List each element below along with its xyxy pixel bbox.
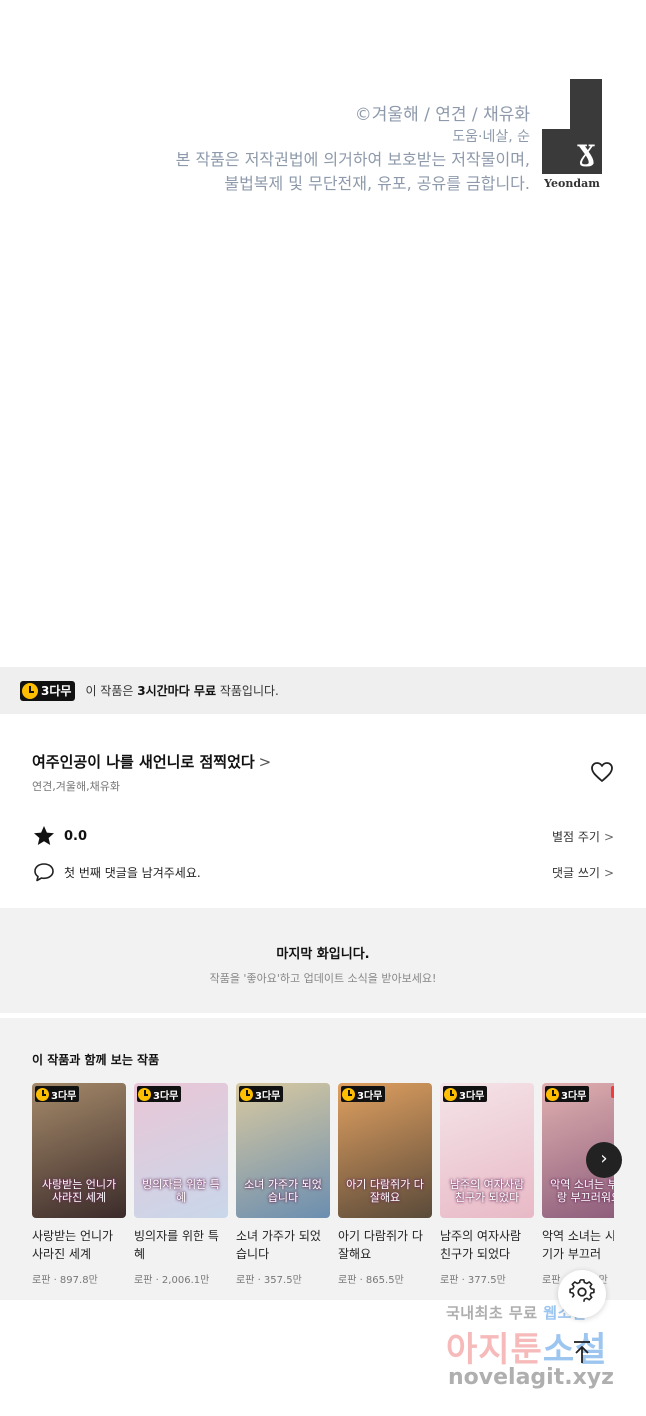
logo-mark: ɣ <box>542 79 602 174</box>
gear-icon <box>569 1279 595 1309</box>
credit-assistants: 도움·네살, 순 <box>452 129 530 145</box>
card-title: 사랑받는 언니가 사라진 세계 <box>32 1229 114 1261</box>
free-every-3h-banner: 3다무 이 작품은 3시간마다 무료 작품입니다. <box>0 667 646 714</box>
3h-free-badge: 3다무 <box>443 1086 488 1102</box>
credit-authors: ©겨울해 / 연견 / 채유화 <box>354 105 530 125</box>
badge-label: 3다무 <box>41 684 72 698</box>
chevron-right-icon: > <box>258 753 272 771</box>
badge-label: 3다무 <box>459 1090 485 1102</box>
last-episode-subtitle: 작품을 '좋아요'하고 업데이트 소식을 받아보세요! <box>209 972 437 985</box>
chevron-right-icon: > <box>603 865 614 880</box>
last-episode-title: 마지막 화입니다. <box>276 947 370 962</box>
clock-icon <box>22 682 38 699</box>
badge-label: 3다무 <box>51 1090 77 1102</box>
free-text-before: 이 작품은 <box>85 684 138 698</box>
series-info-section: 여주인공이 나를 새언니로 점찍었다 > 연견,겨울해,채유화 0.0 별점 주기… <box>0 714 646 904</box>
free-text-after: 작품입니다. <box>216 684 279 698</box>
write-comment-label: 댓글 쓰기 <box>551 865 600 880</box>
cover-title-art: 소녀 가주가 되었습니다 <box>244 1178 322 1204</box>
recommended-heading: 이 작품과 함께 보는 작품 <box>32 1053 160 1067</box>
clock-icon <box>546 1087 559 1101</box>
card-title: 남주의 여자사람 친구가 되었다 <box>440 1229 522 1261</box>
clock-icon <box>240 1087 253 1101</box>
card-meta: 로판 · 357.5만 <box>236 1275 302 1286</box>
recommended-card[interactable]: 3다무 남주의 여자사람 친구가 되었다 남주의 여자사람 친구가 되었다 로판 · … <box>440 1083 534 1286</box>
badge-label: 3다무 <box>561 1090 587 1102</box>
cover-thumbnail[interactable]: 3다무소녀 가주가 되었습니다 <box>236 1083 330 1218</box>
3h-free-badge: 3다무 <box>35 1086 80 1102</box>
card-title: 소녀 가주가 되었습니다 <box>236 1229 321 1261</box>
settings-button[interactable] <box>558 1270 606 1318</box>
recommended-section: 이 작품과 함께 보는 작품 3다무 사랑받는 언니가 사라진 세계 사랑받는 언니… <box>0 1018 646 1300</box>
badge-label: 3다무 <box>255 1090 281 1102</box>
cover-title-art: 악역 소녀는 부사랑 부끄러워요 <box>550 1178 614 1204</box>
clock-icon <box>444 1087 457 1101</box>
free-banner-text: 이 작품은 3시간마다 무료 작품입니다. <box>85 682 278 699</box>
card-title: 아기 다람쥐가 다 잘해요 <box>338 1229 423 1261</box>
clock-icon <box>138 1087 151 1101</box>
scroll-to-top-button[interactable] <box>558 1330 606 1378</box>
arrow-to-top-icon <box>570 1339 594 1369</box>
card-meta: 로판 · 377.5만 <box>440 1275 506 1286</box>
copyright-notice-line2: 불법복제 및 무단전재, 유포, 공유를 금합니다. <box>224 174 530 193</box>
card-meta: 로판 · 865.5만 <box>338 1275 404 1286</box>
recommended-card[interactable]: 3다무 아기 다람쥐가 다 잘해요 아기 다람쥐가 다 잘해요 로판 · 865.5만 <box>338 1083 432 1286</box>
series-title-link[interactable]: 여주인공이 나를 새언니로 점찍었다 > <box>32 751 271 772</box>
3h-free-badge: 3다무 <box>239 1086 284 1102</box>
comment-prompt: 첫 번째 댓글을 남겨주세요. <box>64 865 201 880</box>
series-title: 여주인공이 나를 새언니로 점찍었다 <box>32 753 255 771</box>
logo-text: Yeondam <box>544 177 600 190</box>
watermark: 국내최초 무료 웹소설 아지툰소설 novelagit.xyz <box>446 1300 646 1400</box>
clock-icon <box>342 1087 355 1101</box>
recommended-card[interactable]: 3다무 소녀 가주가 되었습니다 소녀 가주가 되었습니다 로판 · 357.5만 <box>236 1083 330 1286</box>
rate-button[interactable]: 별점 주기 > <box>552 828 614 845</box>
comment-row: 첫 번째 댓글을 남겨주세요. 댓글 쓰기 > <box>32 860 614 884</box>
cover-title-art: 사랑받는 언니가 사라진 세계 <box>41 1178 117 1204</box>
recommended-card[interactable]: 3다무 사랑받는 언니가 사라진 세계 사랑받는 언니가 사라진 세계 로판 · 89… <box>32 1083 126 1286</box>
copyright-notice-line1: 본 작품은 저작권법에 의거하여 보호받는 저작물이며, <box>175 150 530 169</box>
update-badge: UP <box>611 1086 614 1098</box>
credit-block: ©겨울해 / 연견 / 채유화 도움·네살, 순 본 작품은 저작권법에 의거하… <box>176 104 530 196</box>
card-meta: 로판 · 897.8만 <box>32 1275 98 1286</box>
rating-row: 0.0 별점 주기 > <box>32 824 614 848</box>
recommended-card[interactable]: 3다무UP악역 소녀는 부사랑 부끄러워요악역 소녀는 시받기가 부끄러로판 ·… <box>542 1083 614 1286</box>
clock-icon <box>36 1087 49 1101</box>
recommended-card[interactable]: 3다무 빙의자를 위한 특혜 빙의자를 위한 특혜 로판 · 2,006.1만 <box>134 1083 228 1286</box>
watermark-line2-a: 아지툰 <box>446 1330 543 1370</box>
cover-title-art: 빙의자를 위한 특혜 <box>142 1178 220 1204</box>
recommended-carousel[interactable]: 3다무 사랑받는 언니가 사라진 세계 사랑받는 언니가 사라진 세계 로판 · 89… <box>32 1083 614 1293</box>
star-icon <box>32 824 56 848</box>
cover-thumbnail[interactable]: 3다무남주의 여자사람 친구가 되었다 <box>440 1083 534 1218</box>
free-text-bold: 3시간마다 무료 <box>137 684 217 698</box>
3h-free-badge: 3다무 <box>20 680 76 701</box>
3h-free-badge: 3다무 <box>137 1086 182 1102</box>
write-comment-button[interactable]: 댓글 쓰기 > <box>552 864 614 881</box>
badge-label: 3다무 <box>153 1090 179 1102</box>
badge-label: 3다무 <box>357 1090 383 1102</box>
watermark-line1-a: 국내최초 무료 <box>446 1304 544 1322</box>
last-episode-notice: 마지막 화입니다. 작품을 '좋아요'하고 업데이트 소식을 받아보세요! <box>0 908 646 1013</box>
heart-outline-icon[interactable] <box>590 761 614 783</box>
series-authors: 연견,겨울해,채유화 <box>32 780 120 793</box>
chevron-right-icon: › <box>600 1148 608 1169</box>
card-meta: 로판 · 2,006.1만 <box>134 1275 210 1286</box>
publisher-logo: ɣ Yeondam <box>542 79 602 191</box>
card-title: 악역 소녀는 시받기가 부끄러 <box>542 1229 614 1261</box>
3h-free-badge: 3다무 <box>545 1086 590 1102</box>
rating-value: 0.0 <box>64 828 88 844</box>
speech-bubble-icon <box>32 860 56 884</box>
rate-label: 별점 주기 <box>551 829 600 844</box>
carousel-next-button[interactable]: › <box>586 1142 622 1178</box>
chevron-right-icon: > <box>603 829 614 844</box>
cover-thumbnail[interactable]: 3다무사랑받는 언니가 사라진 세계 <box>32 1083 126 1218</box>
cover-thumbnail[interactable]: 3다무빙의자를 위한 특혜 <box>134 1083 228 1218</box>
card-title: 빙의자를 위한 특혜 <box>134 1229 219 1261</box>
cover-thumbnail[interactable]: 3다무아기 다람쥐가 다 잘해요 <box>338 1083 432 1218</box>
3h-free-badge: 3다무 <box>341 1086 386 1102</box>
cover-title-art: 남주의 여자사람 친구가 되었다 <box>449 1178 525 1204</box>
cover-title-art: 아기 다람쥐가 다 잘해요 <box>346 1178 424 1204</box>
